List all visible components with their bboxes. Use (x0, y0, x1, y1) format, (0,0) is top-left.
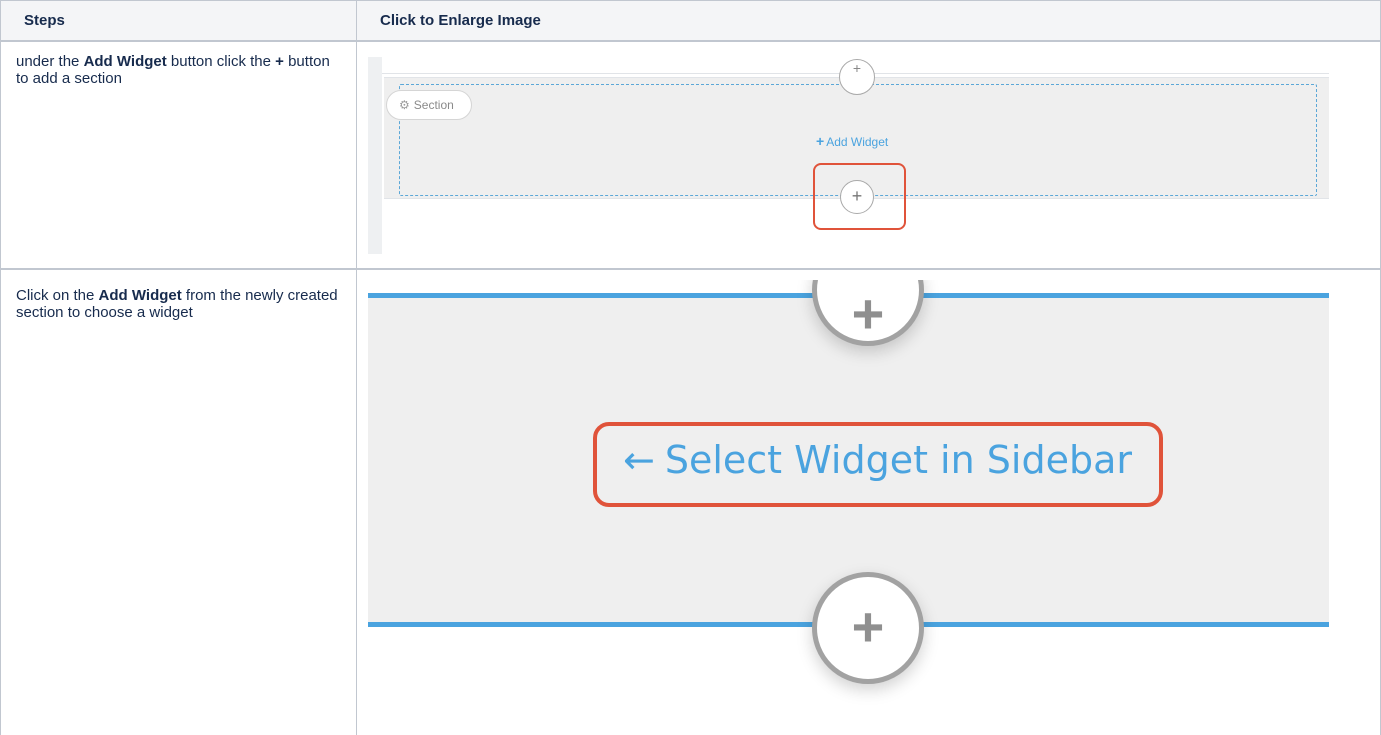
screenshot-select-widget[interactable]: + + ← Select Widget in Sidebar (368, 280, 1329, 720)
table-header: Steps Click to Enlarge Image (0, 0, 1381, 42)
gear-icon: ⚙ (399, 98, 410, 112)
header-image: Click to Enlarge Image (380, 12, 541, 29)
highlight-box (813, 163, 906, 230)
add-widget-label: Add Widget (98, 287, 182, 304)
row-divider (0, 268, 1381, 270)
table-row-step-1: under the Add Widget button click the + … (16, 53, 330, 87)
section-settings-pill[interactable]: ⚙ Section (386, 90, 472, 120)
table-row-step-2: Click on the Add Widget from the newly c… (16, 287, 338, 321)
add-widget-link-label: Add Widget (826, 135, 889, 149)
screenshot-add-section[interactable]: + ⚙ Section + Add Widget + (368, 57, 1329, 254)
table-border-left (0, 0, 1, 735)
select-widget-label: Select Widget in Sidebar (664, 438, 1132, 482)
plus-icon: + (852, 60, 862, 76)
plus-label: + (275, 53, 284, 70)
add-widget-label: Add Widget (83, 53, 167, 70)
select-widget-in-sidebar-button[interactable]: ← Select Widget in Sidebar (623, 438, 1132, 482)
bottom-plus-button[interactable]: + (812, 572, 924, 684)
header-steps: Steps (24, 12, 65, 29)
arrow-left-icon: ← (623, 438, 655, 482)
add-widget-link[interactable]: + Add Widget (816, 133, 888, 149)
steps-table: Steps Click to Enlarge Image under the A… (0, 0, 1381, 735)
plus-icon: + (851, 595, 885, 658)
top-plus-button[interactable]: + (839, 59, 875, 95)
table-column-divider (356, 0, 357, 735)
plus-icon: + (851, 282, 885, 345)
plus-icon: + (816, 133, 825, 149)
section-pill-label: Section (413, 98, 454, 112)
